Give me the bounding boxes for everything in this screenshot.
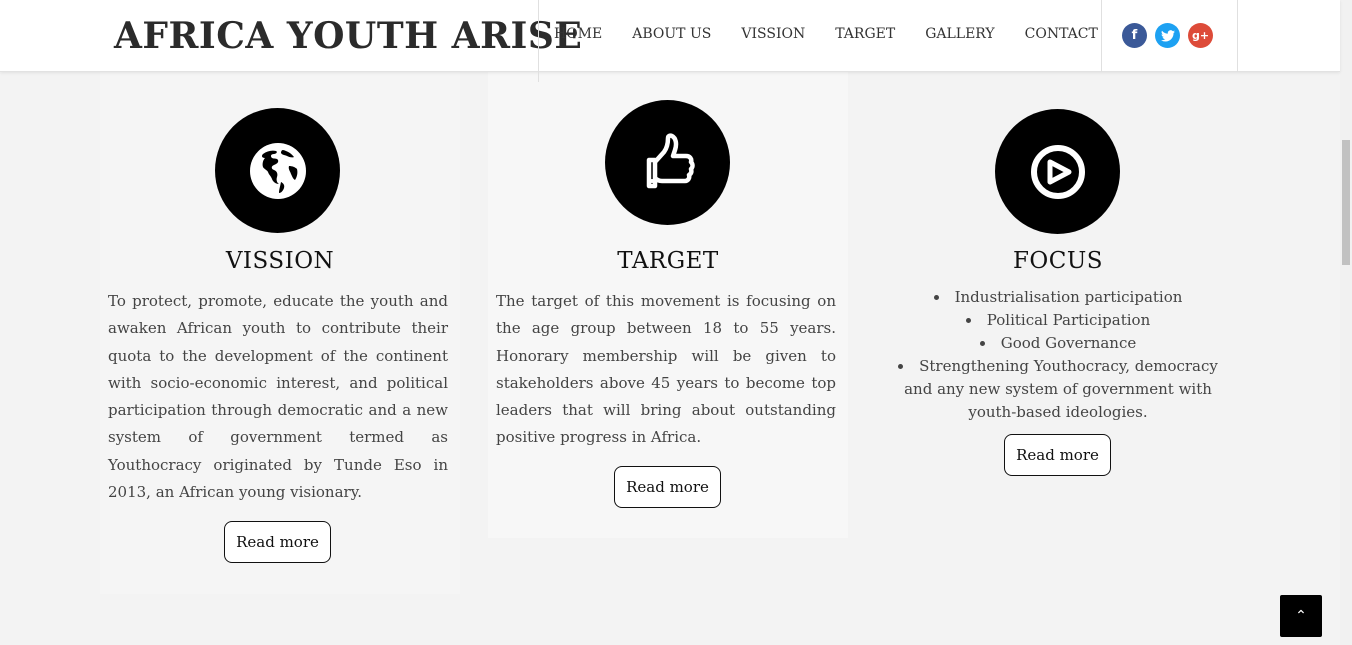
site-brand[interactable]: AFRICA YOUTH ARISE	[114, 14, 582, 58]
list-item: Strengthening Youthocracy, democracy and…	[892, 355, 1224, 424]
read-more-button[interactable]: Read more	[1004, 434, 1111, 476]
thumbs-up-icon	[605, 100, 730, 225]
google-plus-icon[interactable]: g+	[1188, 23, 1213, 48]
main-nav: HOME ABOUT US VISSION TARGET GALLERY CON…	[554, 26, 1098, 42]
card-title: FOCUS	[1012, 248, 1104, 274]
social-links: f g+	[1122, 23, 1213, 48]
scrollbar[interactable]	[1340, 0, 1352, 645]
twitter-icon[interactable]	[1155, 23, 1180, 48]
card-title: TARGET	[617, 248, 719, 274]
card-description: To protect, promote, educate the youth a…	[108, 292, 448, 502]
chevron-up-icon: ⌃	[1295, 608, 1307, 624]
read-more-button[interactable]: Read more	[614, 466, 721, 508]
focus-list: Industrialisation participation Politica…	[892, 286, 1224, 424]
header-divider	[1101, 0, 1102, 72]
target-card: TARGET The target of this movement is fo…	[488, 72, 848, 538]
nav-gallery[interactable]: GALLERY	[925, 26, 994, 42]
facebook-icon[interactable]: f	[1122, 23, 1147, 48]
nav-contact[interactable]: CONTACT	[1025, 26, 1098, 42]
back-to-top-button[interactable]: ⌃	[1280, 595, 1322, 637]
compass-icon	[995, 109, 1120, 234]
list-item: Industrialisation participation	[892, 286, 1224, 309]
read-more-button[interactable]: Read more	[224, 521, 331, 563]
vission-card: VISSION To protect, promote, educate the…	[100, 72, 460, 594]
site-header: AFRICA YOUTH ARISE HOME ABOUT US VISSION…	[0, 0, 1340, 82]
card-description: The target of this movement is focusing …	[496, 292, 836, 447]
list-item: Good Governance	[892, 332, 1224, 355]
focus-card: FOCUS Industrialisation participation Po…	[878, 72, 1238, 492]
header-divider	[1237, 0, 1238, 72]
card-title: VISSION	[225, 248, 335, 274]
header-divider	[538, 0, 539, 82]
nav-vission[interactable]: VISSION	[741, 26, 805, 42]
nav-about-us[interactable]: ABOUT US	[632, 26, 711, 42]
list-item: Political Participation	[892, 309, 1224, 332]
nav-target[interactable]: TARGET	[835, 26, 895, 42]
globe-icon	[215, 108, 340, 233]
scrollbar-thumb[interactable]	[1342, 140, 1350, 265]
nav-home[interactable]: HOME	[554, 26, 602, 42]
